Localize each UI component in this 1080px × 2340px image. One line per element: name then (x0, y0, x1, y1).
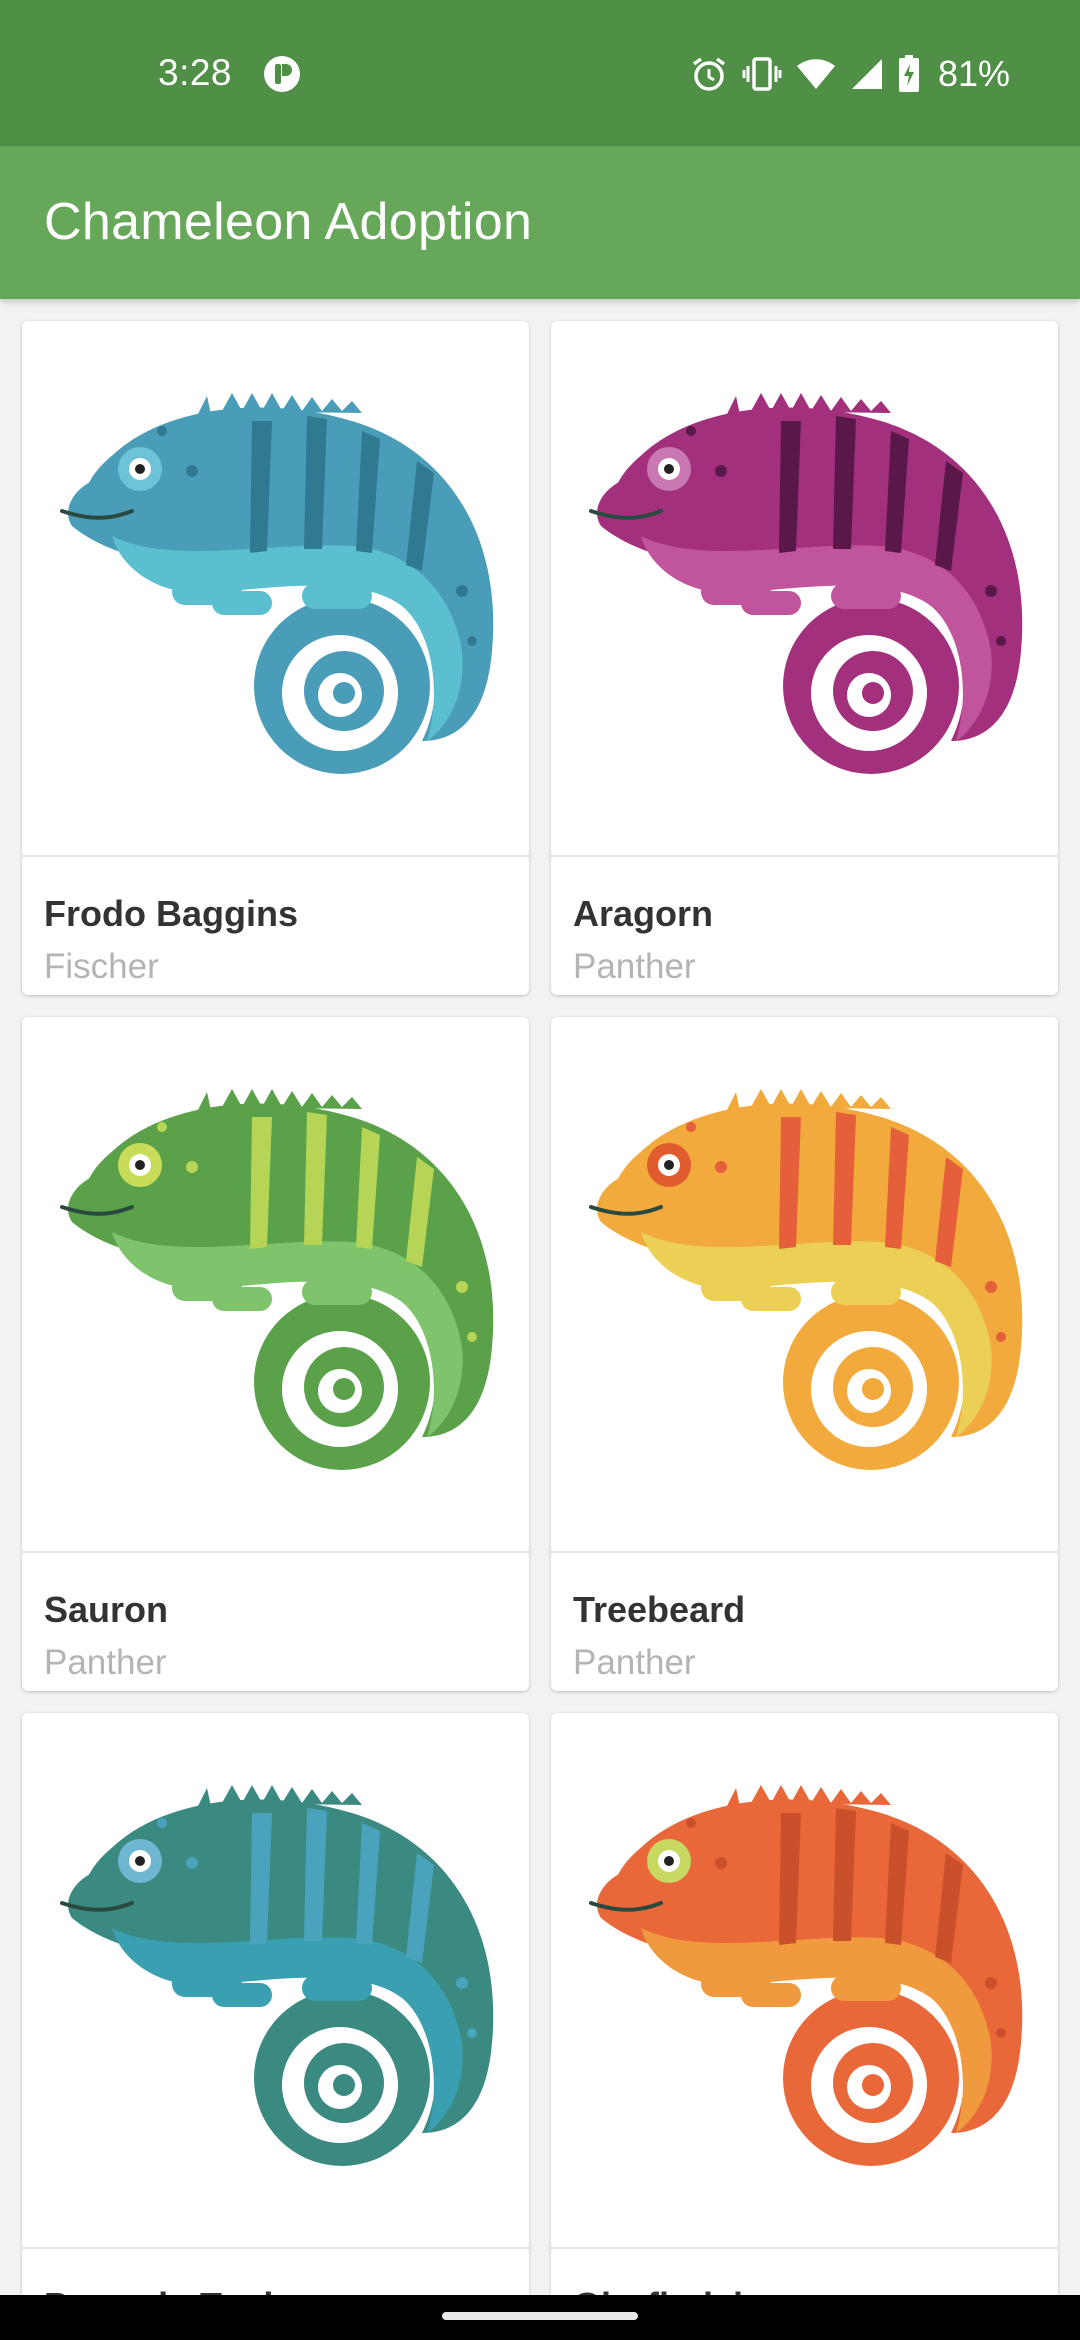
card-divider (551, 2247, 1058, 2249)
chameleon-name: Aragorn (573, 893, 714, 934)
status-icons: 81% (690, 50, 1010, 98)
card-divider (22, 855, 529, 857)
chameleon-breed: Panther (573, 1643, 696, 1682)
chameleon-name: Peregrin Took (44, 2285, 283, 2295)
chameleon-grid: Frodo Baggins Fischer Aragorn Panther Sa… (0, 299, 1080, 2295)
wifi-icon (796, 57, 836, 91)
chameleon-image (551, 1713, 1058, 2247)
card-divider (551, 855, 1058, 857)
status-bar: 3:28 81% (0, 0, 1080, 146)
chameleon-breed: Panther (573, 947, 696, 986)
chameleon-card[interactable]: Peregrin Took (22, 1713, 529, 2295)
chameleon-card[interactable]: Aragorn Panther (551, 321, 1058, 995)
chameleon-breed: Panther (44, 1643, 167, 1682)
battery-charging-icon (898, 55, 920, 93)
signal-icon (850, 57, 884, 91)
chameleon-image (22, 321, 529, 855)
chameleon-name: Sauron (44, 1589, 169, 1630)
chameleon-card[interactable]: Glorfindel (551, 1713, 1058, 2295)
card-divider (551, 1551, 1058, 1553)
app-notification-icon (262, 54, 302, 94)
chameleon-name: Glorfindel (573, 2285, 743, 2295)
chameleon-image (22, 1017, 529, 1551)
chameleon-card[interactable]: Treebeard Panther (551, 1017, 1058, 1691)
chameleon-card[interactable]: Sauron Panther (22, 1017, 529, 1691)
system-navigation-bar (0, 2295, 1080, 2340)
status-time: 3:28 (158, 52, 233, 93)
card-divider (22, 2247, 529, 2249)
app-bar: Chameleon Adoption (0, 146, 1080, 299)
card-divider (22, 1551, 529, 1553)
chameleon-name: Treebeard (573, 1589, 746, 1630)
chameleon-image (551, 1017, 1058, 1551)
chameleon-card[interactable]: Frodo Baggins Fischer (22, 321, 529, 995)
chameleon-image (22, 1713, 529, 2247)
home-gesture-handle[interactable] (442, 2312, 638, 2320)
battery-percent: 81% (937, 53, 1010, 94)
chameleon-name: Frodo Baggins (44, 893, 298, 934)
page-title: Chameleon Adoption (44, 193, 533, 251)
chameleon-image (551, 321, 1058, 855)
alarm-icon (690, 55, 728, 93)
chameleon-breed: Fischer (44, 947, 159, 986)
vibrate-icon (742, 55, 782, 93)
